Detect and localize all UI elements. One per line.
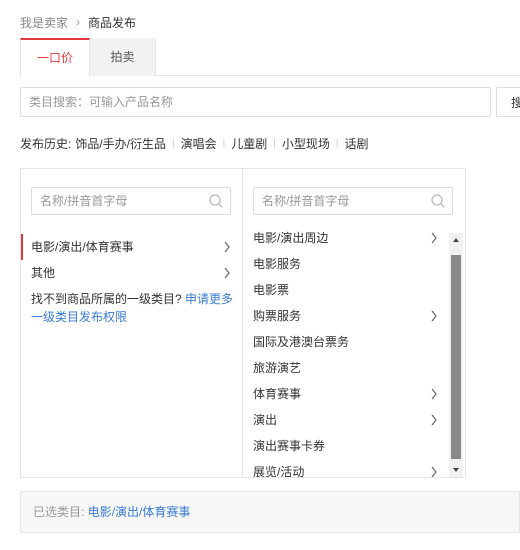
category-search-button[interactable]: 搜索	[496, 87, 520, 117]
publish-history: 发布历史: 饰品/手办/衍生品 | 演唱会 | 儿童剧 | 小型现场 | 话剧	[20, 135, 369, 151]
category-picker: 电影/演出/体育赛事 其他 找不到商品所属的一级类目? 申请更多一级类目发布权限	[20, 168, 466, 478]
history-divider: |	[273, 137, 276, 149]
chevron-right-icon	[431, 466, 437, 477]
level2-item-label: 电影/演出周边	[253, 231, 329, 245]
triangle-down-icon[interactable]	[449, 463, 463, 477]
level1-item-other[interactable]: 其他	[21, 260, 242, 286]
level2-item[interactable]: 电影票	[243, 277, 443, 303]
tab-fixed-price[interactable]: 一口价	[20, 38, 90, 77]
history-divider: |	[172, 137, 175, 149]
pricing-tabs: 一口价 拍卖	[20, 38, 520, 77]
search-icon[interactable]	[430, 193, 446, 209]
level2-item[interactable]: 电影服务	[243, 251, 443, 277]
category-column-level1: 电影/演出/体育赛事 其他 找不到商品所属的一级类目? 申请更多一级类目发布权限	[21, 169, 243, 477]
history-divider: |	[222, 137, 226, 149]
history-label: 发布历史:	[20, 136, 72, 151]
category-search-row: 搜索	[20, 87, 520, 117]
level2-item-label: 购票服务	[253, 309, 302, 323]
breadcrumb-current-page: 商品发布	[88, 15, 137, 30]
level2-item[interactable]: 购票服务	[243, 303, 443, 329]
level1-filter-input[interactable]	[32, 188, 202, 214]
level2-item-label: 电影服务	[253, 257, 302, 271]
selected-category-value[interactable]: 电影/演出/体育赛事	[88, 505, 191, 519]
category-column-level2: 电影/演出周边 电影服务 电影票 购票服务 国际及港澳台票务 旅游演艺 体育赛事	[243, 169, 465, 477]
level2-item-label: 电影票	[253, 283, 290, 297]
history-item[interactable]: 小型现场	[282, 135, 330, 152]
selected-category-bar: 已选类目: 电影/演出/体育赛事	[20, 491, 520, 533]
breadcrumb-separator-icon: ›	[76, 15, 81, 29]
level2-item[interactable]: 体育赛事	[243, 381, 443, 407]
level2-list: 电影/演出周边 电影服务 电影票 购票服务 国际及港澳台票务 旅游演艺 体育赛事	[243, 225, 465, 477]
level2-filter	[253, 187, 453, 215]
category-help-text: 找不到商品所属的一级类目? 申请更多一级类目发布权限	[31, 290, 236, 326]
level2-filter-input[interactable]	[254, 188, 424, 214]
level2-item[interactable]: 国际及港澳台票务	[243, 329, 443, 355]
triangle-up-icon[interactable]	[449, 233, 463, 247]
level2-item-label: 旅游演艺	[253, 361, 302, 375]
chevron-right-icon	[431, 388, 437, 400]
level2-item[interactable]: 旅游演艺	[243, 355, 443, 381]
selected-category-label: 已选类目:	[33, 505, 85, 519]
chevron-right-icon	[224, 267, 230, 279]
level1-item-film-performance-sports[interactable]: 电影/演出/体育赛事	[21, 234, 242, 260]
level2-scrollbar[interactable]	[449, 233, 463, 477]
history-item[interactable]: 儿童剧	[231, 135, 267, 152]
level1-item-label: 电影/演出/体育赛事	[31, 240, 134, 254]
level2-item-label: 演出	[253, 413, 278, 427]
scrollbar-thumb[interactable]	[451, 255, 461, 459]
level2-item-label: 展览/活动	[253, 465, 305, 477]
chevron-right-icon	[431, 414, 437, 426]
search-icon[interactable]	[208, 193, 224, 209]
level2-item-label: 演出赛事卡券	[253, 439, 326, 453]
tab-auction[interactable]: 拍卖	[90, 38, 156, 76]
level2-item[interactable]: 演出赛事卡券	[243, 433, 443, 459]
level2-item[interactable]: 电影/演出周边	[243, 225, 443, 251]
level2-item[interactable]: 演出	[243, 407, 443, 433]
chevron-right-icon	[431, 232, 437, 244]
history-item[interactable]: 演唱会	[181, 135, 217, 152]
breadcrumb-seller-center[interactable]: 我是卖家	[20, 14, 68, 31]
level2-item-label: 体育赛事	[253, 387, 302, 401]
history-item[interactable]: 话剧	[345, 135, 369, 152]
history-item[interactable]: 饰品/手办/衍生品	[75, 135, 166, 152]
chevron-right-icon	[224, 241, 230, 253]
history-divider: |	[335, 137, 339, 149]
level1-filter	[31, 187, 231, 215]
help-question: 找不到商品所属的一级类目?	[31, 292, 182, 306]
chevron-right-icon	[431, 310, 437, 322]
level2-item[interactable]: 展览/活动	[243, 459, 443, 477]
breadcrumb: 我是卖家 › 商品发布	[20, 14, 136, 30]
category-search-input[interactable]	[20, 87, 491, 117]
level2-item-label: 国际及港澳台票务	[253, 335, 350, 349]
level1-item-label: 其他	[31, 266, 56, 280]
